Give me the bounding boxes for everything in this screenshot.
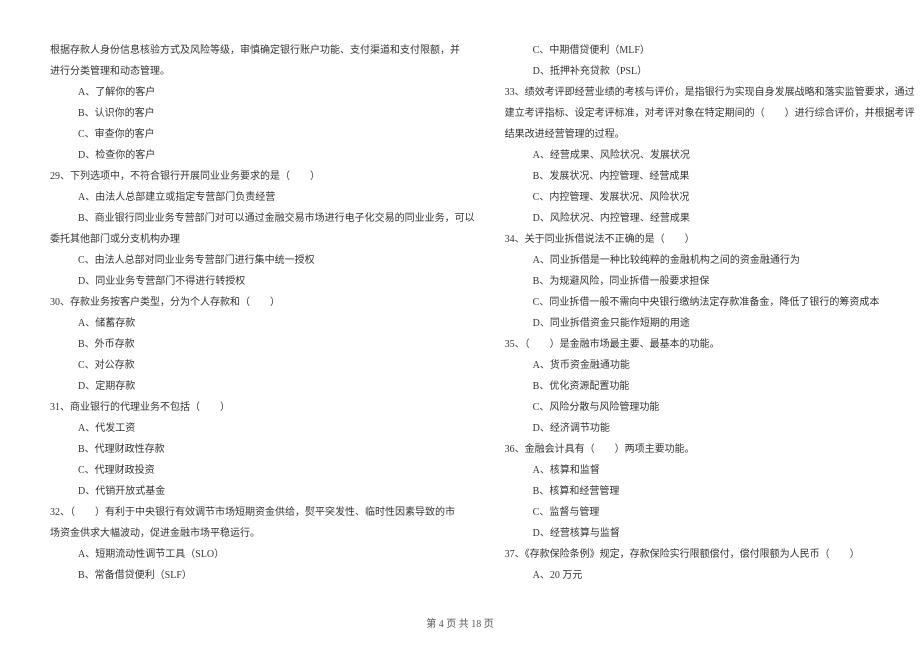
q31-option-c: C、代理财政投资 [50, 460, 475, 481]
q32-stem-line2: 场资金供求大幅波动，促进金融市场平稳运行。 [50, 523, 475, 544]
q31-option-a: A、代发工资 [50, 418, 475, 439]
left-column: 根据存款人身份信息核验方式及风险等级，审慎确定银行账户功能、支付渠道和支付限额，… [50, 40, 475, 586]
q33-stem-line3: 结果改进经营管理的过程。 [505, 124, 915, 145]
q28-option-d: D、检查你的客户 [50, 145, 475, 166]
q29-option-c: C、由法人总部对同业业务专营部门进行集中统一授权 [50, 250, 475, 271]
q28-option-c: C、审查你的客户 [50, 124, 475, 145]
q28-option-a: A、了解你的客户 [50, 82, 475, 103]
q30-option-a: A、储蓄存款 [50, 313, 475, 334]
document-content: 根据存款人身份信息核验方式及风险等级，审慎确定银行账户功能、支付渠道和支付限额，… [50, 40, 870, 586]
q36-option-c: C、监督与管理 [505, 502, 915, 523]
q29-stem: 29、下列选项中，不符合银行开展同业业务要求的是（ ） [50, 166, 475, 187]
q35-stem: 35、（ ）是金融市场最主要、最基本的功能。 [505, 334, 915, 355]
q35-option-b: B、优化资源配置功能 [505, 376, 915, 397]
q32-stem-line1: 32、（ ）有利于中央银行有效调节市场短期资金供给，熨平突发性、临时性因素导致的… [50, 502, 475, 523]
q33-option-a: A、经营成果、风险状况、发展状况 [505, 145, 915, 166]
q33-option-d: D、风险状况、内控管理、经营成果 [505, 208, 915, 229]
q37-stem: 37、《存款保险条例》规定，存款保险实行限额偿付，偿付限额为人民币（ ） [505, 544, 915, 565]
q37-option-a: A、20 万元 [505, 565, 915, 586]
q34-option-b: B、为规避风险，同业拆借一般要求担保 [505, 271, 915, 292]
q29-option-b-line1: B、商业银行同业业务专营部门对可以通过金融交易市场进行电子化交易的同业业务，可以 [50, 208, 475, 229]
q33-option-b: B、发展状况、内控管理、经营成果 [505, 166, 915, 187]
q34-option-a: A、同业拆借是一种比较纯粹的金融机构之间的资金融通行为 [505, 250, 915, 271]
q34-option-c: C、同业拆借一般不需向中央银行缴纳法定存款准备金，降低了银行的筹资成本 [505, 292, 915, 313]
q30-stem: 30、存款业务按客户类型，分为个人存款和（ ） [50, 292, 475, 313]
q28-option-b: B、认识你的客户 [50, 103, 475, 124]
q30-option-c: C、对公存款 [50, 355, 475, 376]
q36-option-a: A、核算和监督 [505, 460, 915, 481]
q28-intro-line2: 进行分类管理和动态管理。 [50, 61, 475, 82]
q34-stem: 34、关于同业拆借说法不正确的是（ ） [505, 229, 915, 250]
q36-stem: 36、金融会计具有（ ）两项主要功能。 [505, 439, 915, 460]
q36-option-b: B、核算和经营管理 [505, 481, 915, 502]
q33-option-c: C、内控管理、发展状况、风险状况 [505, 187, 915, 208]
q35-option-a: A、货币资金融通功能 [505, 355, 915, 376]
q32-option-a: A、短期流动性调节工具（SLO） [50, 544, 475, 565]
q31-option-d: D、代销开放式基金 [50, 481, 475, 502]
q28-intro-line1: 根据存款人身份信息核验方式及风险等级，审慎确定银行账户功能、支付渠道和支付限额，… [50, 40, 475, 61]
q33-stem-line2: 建立考评指标、设定考评标准，对考评对象在特定期间的（ ）进行综合评价，并根据考评 [505, 103, 915, 124]
q31-stem: 31、商业银行的代理业务不包括（ ） [50, 397, 475, 418]
q32-option-c: C、中期借贷便利（MLF） [505, 40, 915, 61]
q29-option-b-line2: 委托其他部门或分支机构办理 [50, 229, 475, 250]
q30-option-d: D、定期存款 [50, 376, 475, 397]
page-footer: 第 4 页 共 18 页 [0, 615, 920, 630]
q32-option-d: D、抵押补充贷款（PSL） [505, 61, 915, 82]
q35-option-c: C、风险分散与风险管理功能 [505, 397, 915, 418]
right-column: C、中期借贷便利（MLF） D、抵押补充贷款（PSL） 33、绩效考评即经营业绩… [505, 40, 915, 586]
q29-option-a: A、由法人总部建立或指定专营部门负责经营 [50, 187, 475, 208]
q32-option-b: B、常备借贷便利（SLF） [50, 565, 475, 586]
q34-option-d: D、同业拆借资金只能作短期的用途 [505, 313, 915, 334]
q31-option-b: B、代理财政性存款 [50, 439, 475, 460]
q33-stem-line1: 33、绩效考评即经营业绩的考核与评价，是指银行为实现自身发展战略和落实监管要求，… [505, 82, 915, 103]
q30-option-b: B、外币存款 [50, 334, 475, 355]
q36-option-d: D、经营核算与监督 [505, 523, 915, 544]
q29-option-d: D、同业业务专营部门不得进行转授权 [50, 271, 475, 292]
q35-option-d: D、经济调节功能 [505, 418, 915, 439]
